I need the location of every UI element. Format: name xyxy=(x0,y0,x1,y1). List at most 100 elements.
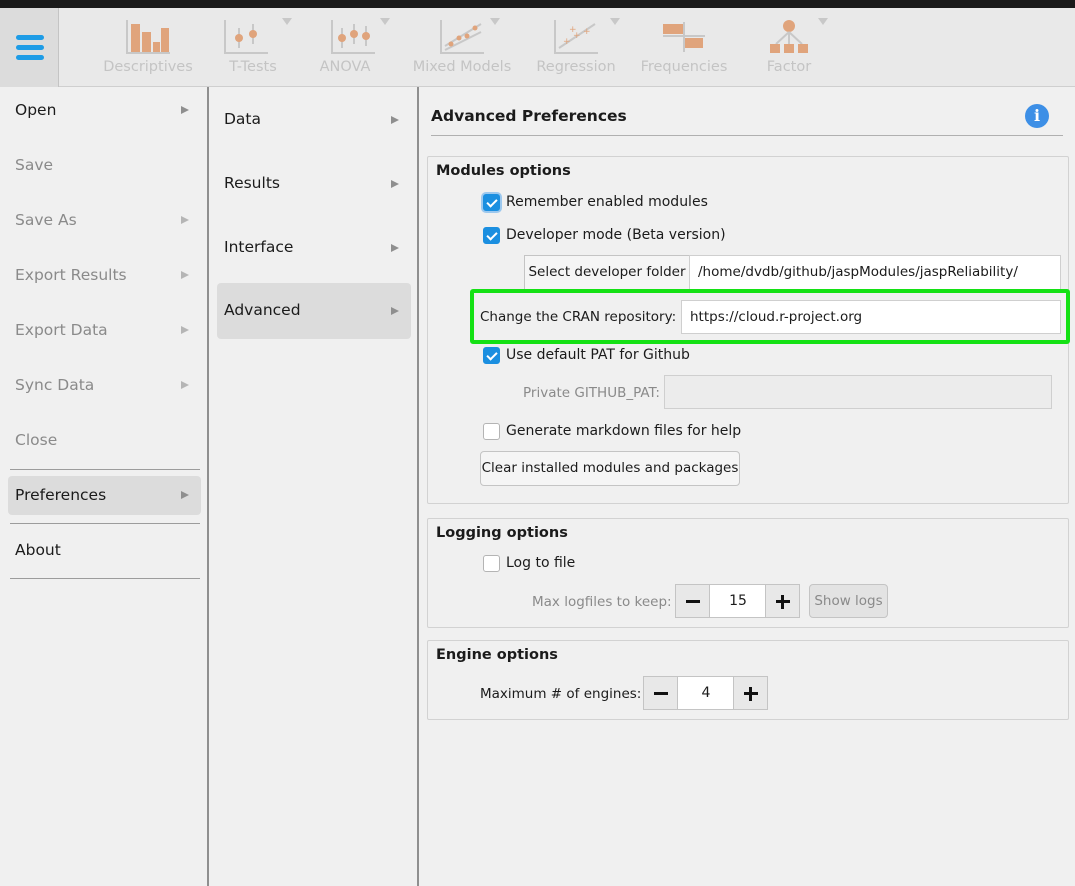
developer-folder-field[interactable]: /home/dvdb/github/jaspModules/jaspReliab… xyxy=(689,255,1061,290)
menu-item-save-as[interactable]: Save As xyxy=(8,201,201,240)
menu-item-export-data[interactable]: Export Data xyxy=(8,311,201,350)
preferences-menu: Data Results Interface Advanced xyxy=(209,87,419,886)
decrement-button[interactable] xyxy=(675,584,710,618)
menu-item-label: Data xyxy=(224,110,262,128)
menu-item-label: Results xyxy=(224,174,280,192)
hamburger-bar xyxy=(16,45,44,50)
plus-icon-vertical xyxy=(781,595,784,609)
chevron-right-icon xyxy=(181,381,189,389)
select-developer-folder-button[interactable]: Select developer folder xyxy=(524,255,690,290)
highlight-box xyxy=(470,289,1070,344)
logging-options-group: Logging options Log to file Max logfiles… xyxy=(427,518,1069,628)
page-title: Advanced Preferences xyxy=(431,107,627,125)
menu-item-label: Preferences xyxy=(15,486,107,504)
remember-modules-checkbox[interactable] xyxy=(483,194,500,211)
private-pat-field[interactable] xyxy=(664,375,1052,409)
increment-button[interactable] xyxy=(733,676,768,710)
svg-text:+: + xyxy=(583,27,591,37)
menu-item-export-results[interactable]: Export Results xyxy=(8,256,201,295)
hamburger-menu-button[interactable] xyxy=(0,8,59,87)
ribbon-regression-button[interactable]: + + + + Regression xyxy=(528,8,624,87)
mixed-models-icon xyxy=(440,20,484,54)
menu-item-label: Sync Data xyxy=(15,376,95,394)
markdown-help-checkbox[interactable] xyxy=(483,423,500,440)
chevron-right-icon xyxy=(181,106,189,114)
bar-chart-icon xyxy=(126,20,170,54)
decrement-button[interactable] xyxy=(643,676,678,710)
menu-divider xyxy=(10,578,200,579)
log-to-file-checkbox[interactable] xyxy=(483,555,500,572)
developer-mode-checkbox[interactable] xyxy=(483,227,500,244)
ribbon-ttests-button[interactable]: T-Tests xyxy=(212,8,294,87)
anova-icon xyxy=(330,20,375,54)
info-icon[interactable]: i xyxy=(1025,104,1049,128)
menu-item-label: Advanced xyxy=(224,301,301,319)
menu-item-label: Export Results xyxy=(15,266,127,284)
menu-item-close[interactable]: Close xyxy=(8,421,201,460)
chevron-down-icon xyxy=(610,18,620,25)
title-divider xyxy=(431,135,1063,136)
menu-item-label: Export Data xyxy=(15,321,108,339)
menu-item-label: Save xyxy=(15,156,54,174)
ribbon-toolbar: Descriptives T-Tests ANOVA Mixed Models … xyxy=(0,8,1075,87)
ribbon-anova-button[interactable]: ANOVA xyxy=(310,8,392,87)
menu-item-save[interactable]: Save xyxy=(8,146,201,185)
minus-icon xyxy=(686,600,700,603)
chevron-right-icon xyxy=(181,271,189,279)
engine-options-group: Engine options Maximum # of engines: 4 xyxy=(427,640,1069,720)
svg-text:+: + xyxy=(569,25,577,35)
menu-item-open[interactable]: Open xyxy=(8,91,201,130)
menu-item-preferences[interactable]: Preferences xyxy=(8,476,201,515)
ribbon-factor-button[interactable]: Factor xyxy=(744,8,834,87)
ribbon-label: Factor xyxy=(766,59,812,75)
chevron-right-icon xyxy=(181,491,189,499)
chevron-right-icon xyxy=(181,216,189,224)
chevron-down-icon xyxy=(818,18,828,25)
factor-icon xyxy=(770,20,808,53)
ribbon-label: Regression xyxy=(536,59,616,75)
ribbon-label: Mixed Models xyxy=(412,59,512,75)
default-pat-checkbox[interactable] xyxy=(483,347,500,364)
preferences-tab-results[interactable]: Results xyxy=(217,156,411,212)
increment-button[interactable] xyxy=(765,584,800,618)
ribbon-label: ANOVA xyxy=(319,59,371,75)
preferences-tab-data[interactable]: Data xyxy=(217,92,411,148)
hamburger-bar xyxy=(16,55,44,60)
file-menu: Open Save Save As Export Results Export … xyxy=(0,87,209,886)
max-engines-label: Maximum # of engines: xyxy=(480,686,642,702)
group-title: Engine options xyxy=(436,647,558,663)
ribbon-mixed-models-button[interactable]: Mixed Models xyxy=(408,8,516,87)
ribbon-frequencies-button[interactable]: Frequencies xyxy=(636,8,732,87)
menu-item-label: Open xyxy=(15,101,57,119)
clear-modules-button[interactable]: Clear installed modules and packages xyxy=(480,451,740,486)
checkbox-label: Generate markdown files for help xyxy=(506,423,742,439)
checkbox-label: Developer mode (Beta version) xyxy=(506,227,726,243)
menu-item-sync-data[interactable]: Sync Data xyxy=(8,366,201,405)
ribbon-label: T-Tests xyxy=(229,59,277,75)
menu-divider xyxy=(10,469,200,470)
ttest-icon xyxy=(224,20,269,54)
ribbon-label: Frequencies xyxy=(640,59,728,75)
menu-item-label: Save As xyxy=(15,211,77,229)
frequencies-icon xyxy=(663,22,705,52)
menu-item-label: Close xyxy=(15,431,58,449)
ribbon-descriptives-button[interactable]: Descriptives xyxy=(96,8,200,87)
max-logfiles-label: Max logfiles to keep: xyxy=(532,594,672,610)
group-title: Modules options xyxy=(436,163,571,179)
preferences-tab-interface[interactable]: Interface xyxy=(217,220,411,276)
menu-item-label: Interface xyxy=(224,238,294,256)
advanced-preferences-panel: Advanced Preferences i Modules options R… xyxy=(419,87,1075,886)
svg-text:+: + xyxy=(563,37,571,47)
chevron-right-icon xyxy=(391,116,399,124)
menu-item-label: About xyxy=(15,541,61,559)
max-engines-value[interactable]: 4 xyxy=(678,676,734,710)
max-logfiles-value[interactable]: 15 xyxy=(710,584,766,618)
checkbox-label: Remember enabled modules xyxy=(506,194,708,210)
private-pat-label: Private GITHUB_PAT: xyxy=(523,385,660,401)
chevron-down-icon xyxy=(282,18,292,25)
menu-item-about[interactable]: About xyxy=(8,531,201,570)
show-logs-button[interactable]: Show logs xyxy=(809,584,888,618)
menu-divider xyxy=(10,523,200,524)
chevron-right-icon xyxy=(391,180,399,188)
preferences-tab-advanced[interactable]: Advanced xyxy=(217,283,411,339)
